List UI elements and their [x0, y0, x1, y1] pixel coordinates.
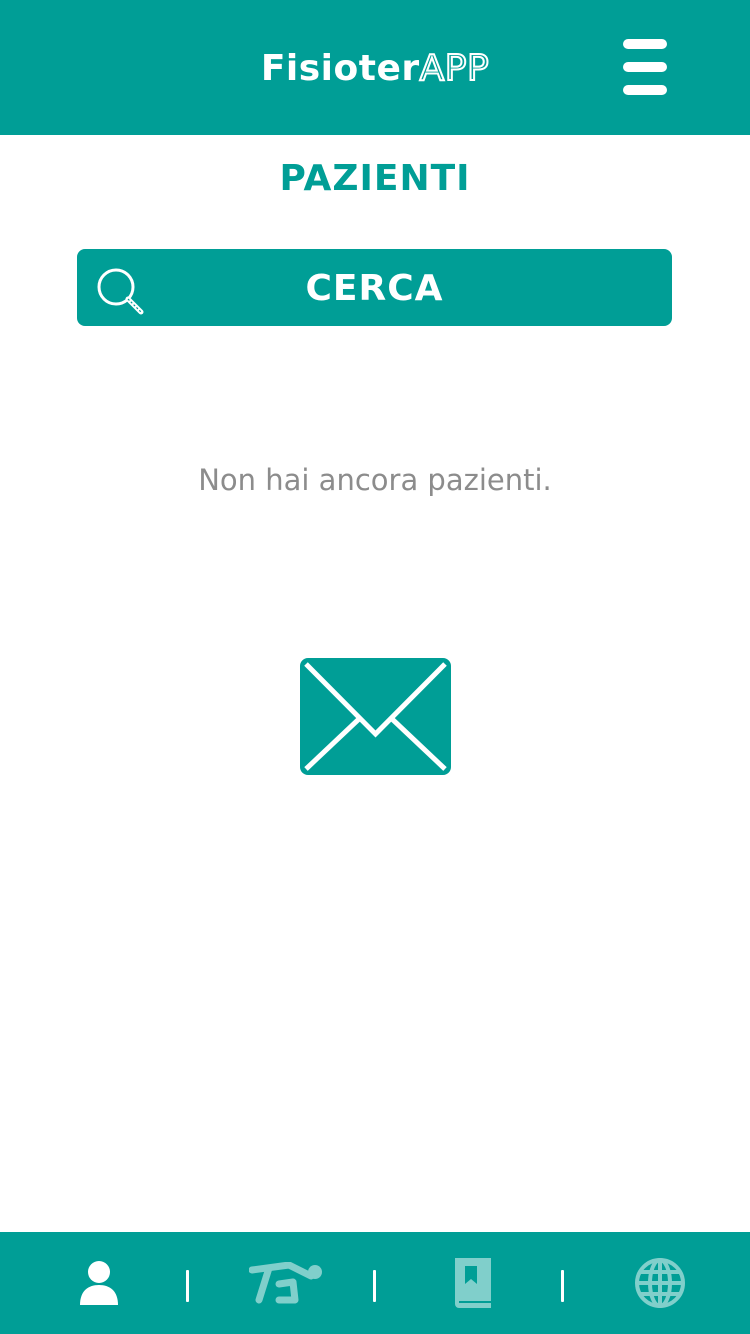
nav-divider — [186, 1270, 189, 1302]
empty-state-message: Non hai ancora pazienti. — [198, 463, 552, 497]
logo-outline-text: APP — [419, 47, 490, 90]
nav-divider — [373, 1270, 376, 1302]
exercise-icon — [249, 1262, 322, 1304]
globe-icon — [635, 1258, 685, 1308]
search-label: CERCA — [305, 268, 444, 309]
logo-bold-text: Fisioter — [260, 48, 420, 89]
mail-icon[interactable] — [300, 658, 451, 775]
app-header: FisioterAPP — [0, 0, 750, 135]
nav-item-library[interactable] — [418, 1232, 528, 1334]
patients-screen: FisioterAPP PAZIENTI CERCA Non hai ancor… — [0, 0, 750, 1334]
bottom-navigation — [0, 1232, 750, 1334]
nav-item-exercises[interactable] — [231, 1232, 341, 1334]
nav-divider — [561, 1270, 564, 1302]
page-title: PAZIENTI — [279, 158, 471, 199]
search-button[interactable]: CERCA — [77, 249, 672, 326]
nav-item-patients[interactable] — [44, 1232, 154, 1334]
book-icon — [455, 1258, 491, 1308]
person-icon — [80, 1261, 118, 1305]
nav-item-web[interactable] — [605, 1232, 715, 1334]
menu-button[interactable] — [616, 34, 674, 102]
